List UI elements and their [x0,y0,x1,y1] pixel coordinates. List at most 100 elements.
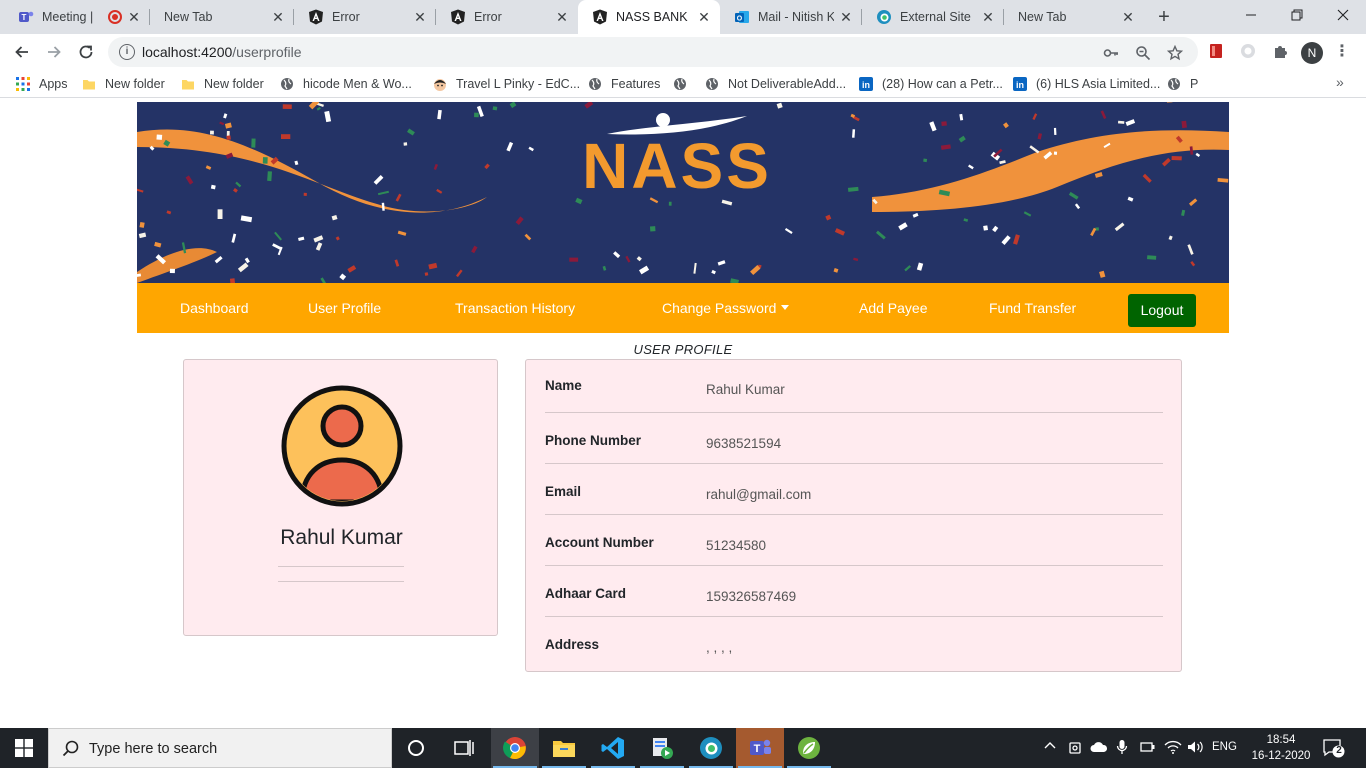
more-bookmarks-icon[interactable]: » [1336,74,1344,90]
volume-tray-icon[interactable] [1187,740,1205,757]
detail-row-name: Name Rahul Kumar [545,362,1163,413]
bookmark-star-icon[interactable] [1166,44,1184,62]
browser-tab-active[interactable]: NASS BANK ✕ [578,0,720,34]
taskbar-file-explorer[interactable] [540,728,588,768]
browser-tab[interactable]: T Meeting | ✕ [4,0,150,34]
logout-button[interactable]: Logout [1128,294,1196,327]
show-hidden-icons[interactable] [1044,739,1056,756]
forward-arrow-icon [48,46,61,58]
key-icon[interactable] [1102,44,1120,62]
svg-text:T: T [754,743,761,755]
site-info-icon[interactable]: i [119,44,135,60]
nav-user-profile[interactable]: User Profile [308,300,381,316]
bookmark-link[interactable]: in (28) How can a Petr... [858,75,1003,93]
browser-tab[interactable]: O Mail - Nitish K ✕ [720,0,862,34]
bookmark-link[interactable]: Travel L Pinky - EdC... [432,75,580,93]
browser-tab[interactable]: New Tab ✕ [1004,0,1144,34]
cortana-button[interactable] [392,728,440,768]
url-text[interactable]: localhost:4200/userprofile [142,44,302,60]
bookmark-folder[interactable]: New folder [180,75,264,93]
close-window-button[interactable] [1320,0,1366,30]
tab-title: External Site [900,10,971,24]
detail-label: Account Number [545,535,654,550]
bookmark-label: New folder [105,77,165,91]
browser-tab[interactable]: External Site ✕ [862,0,1004,34]
forward-button[interactable] [40,38,68,66]
bookmark-folder[interactable]: New folder [81,75,165,93]
close-tab-icon[interactable]: ✕ [126,9,142,25]
bookmark-link[interactable] [672,75,696,93]
avatar-icon [432,76,448,92]
clock-time: 18:54 [1266,734,1296,746]
taskbar-edge[interactable] [687,728,735,768]
extensions-puzzle-icon[interactable] [1271,42,1289,60]
browser-tab[interactable]: Error ✕ [294,0,436,34]
address-bar[interactable]: i localhost:4200/userprofile [108,37,1198,67]
onedrive-tray-icon[interactable] [1090,741,1108,756]
profile-avatar[interactable]: N [1301,42,1323,64]
notification-center-button[interactable]: 2 [1323,738,1345,758]
globe-icon [1166,76,1182,92]
bookmark-link[interactable]: hicode Men & Wo... [279,75,412,93]
bookmark-link[interactable]: P [1166,75,1198,93]
confetti-piece [941,121,947,127]
minimize-button[interactable] [1228,0,1274,30]
wifi-tray-icon[interactable] [1164,740,1182,757]
browser-menu-icon[interactable]: ⋮ [1334,42,1350,62]
back-button[interactable] [8,38,36,66]
globe-icon [672,76,688,92]
teams-icon: T [750,739,771,755]
camera-tray-icon[interactable] [1068,740,1082,759]
taskbar-spring-tool[interactable] [785,728,833,768]
taskbar-teams[interactable]: T [736,728,784,768]
nav-change-password[interactable]: Change Password [662,300,790,316]
globe-icon [587,76,603,92]
microphone-tray-icon[interactable] [1116,739,1128,758]
back-arrow-icon [15,46,28,58]
close-tab-icon[interactable]: ✕ [838,9,854,25]
taskbar-vscode[interactable] [589,728,637,768]
bookmark-link[interactable]: Not DeliverableAdd... [704,75,846,93]
close-tab-icon[interactable]: ✕ [270,9,286,25]
bookmark-link[interactable]: in (6) HLS Asia Limited... [1012,75,1160,93]
browser-tab[interactable]: Error ✕ [436,0,578,34]
tab-title: Mail - Nitish K [758,10,834,24]
spring-leaf-icon [798,737,820,759]
taskbar-chrome[interactable] [491,728,539,768]
close-tab-icon[interactable]: ✕ [412,9,428,25]
zoom-icon[interactable] [1134,44,1152,62]
chrome-icon [503,737,526,760]
bookmark-apps[interactable]: Apps [15,75,68,93]
confetti-piece [649,226,656,232]
confetti-piece [1199,133,1204,136]
confetti-piece [492,106,498,111]
edge-icon [700,737,722,759]
nav-transaction-history[interactable]: Transaction History [455,300,575,316]
confetti-piece [281,134,291,139]
bookmark-link[interactable]: Features [587,75,660,93]
taskbar-app[interactable] [638,728,686,768]
nav-dashboard[interactable]: Dashboard [180,300,249,316]
taskbar-search[interactable]: Type here to search [48,728,392,768]
nav-fund-transfer[interactable]: Fund Transfer [989,300,1076,316]
extension-red-icon[interactable] [1207,42,1225,60]
task-view-button[interactable] [440,728,488,768]
browser-tab[interactable]: New Tab ✕ [150,0,294,34]
new-tab-button[interactable]: + [1152,5,1176,29]
bookmarks-bar: Apps New folder New folder hicode Men & … [0,70,1366,98]
tab-title: Error [332,10,360,24]
restore-button[interactable] [1274,0,1320,30]
close-tab-icon[interactable]: ✕ [696,9,712,25]
tab-title: NASS BANK [616,10,688,24]
close-tab-icon[interactable]: ✕ [1120,9,1136,25]
close-tab-icon[interactable]: ✕ [554,9,570,25]
power-tray-icon[interactable] [1140,741,1156,756]
language-indicator[interactable]: ENG [1212,741,1237,753]
system-clock[interactable]: 18:54 16-12-2020 [1248,732,1314,764]
reload-button[interactable] [72,38,100,66]
close-tab-icon[interactable]: ✕ [980,9,996,25]
extension-gray-icon[interactable] [1239,42,1257,60]
confetti-piece [139,222,145,228]
start-button[interactable] [0,728,48,768]
nav-add-payee[interactable]: Add Payee [859,300,928,316]
